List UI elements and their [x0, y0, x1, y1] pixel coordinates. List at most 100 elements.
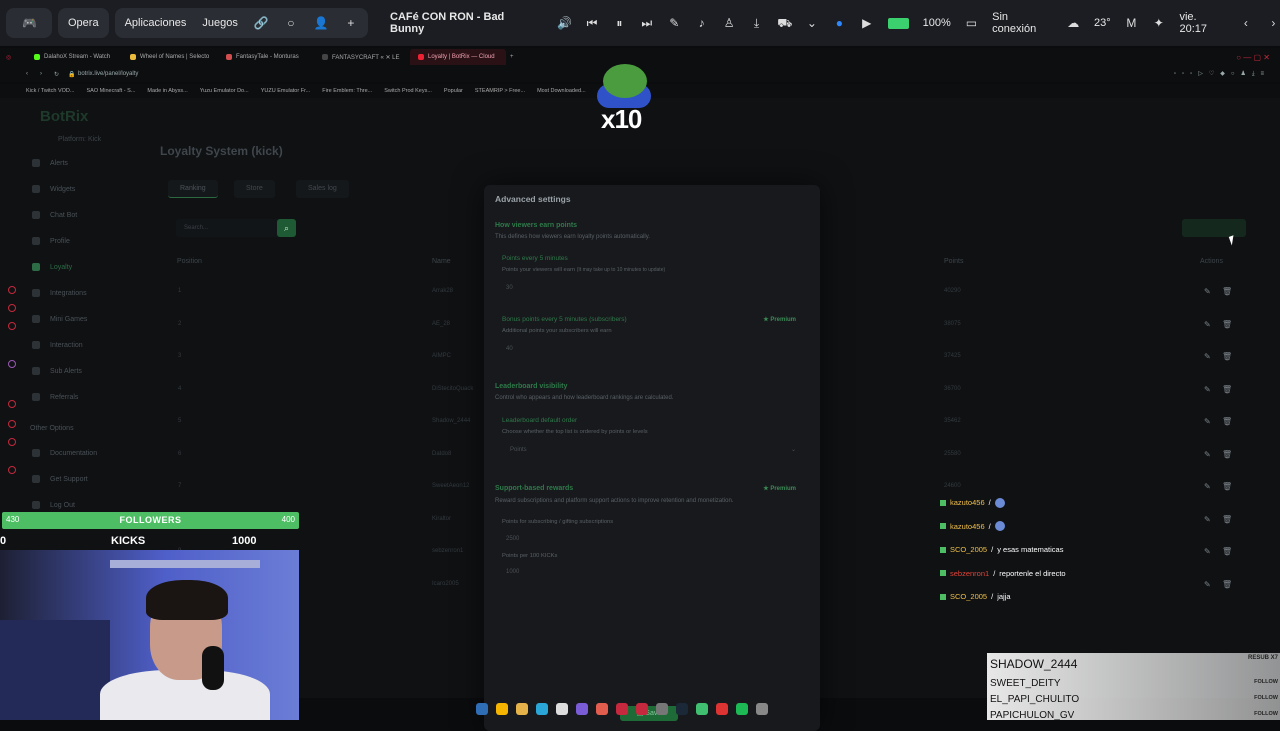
edit-icon[interactable]: ✎	[1204, 450, 1211, 459]
bookmark-item[interactable]: YUZU Emulator Fr...	[261, 88, 311, 94]
window-controls[interactable]: ○ — ▢ ✕	[1236, 53, 1270, 62]
sidebar-item-documentation[interactable]: Documentation	[22, 445, 150, 461]
app-icon[interactable]	[556, 703, 568, 715]
back-icon[interactable]: ‹	[26, 71, 40, 77]
cart-icon[interactable]: ⛟	[777, 16, 792, 30]
bookmark-item[interactable]: STEAMRIP > Free...	[475, 88, 525, 94]
monitor-icon[interactable]: ▭	[965, 16, 978, 30]
sidebar-app-icon[interactable]	[8, 304, 16, 312]
gamepad-button[interactable]: 🎮	[6, 8, 52, 38]
person-icon[interactable]: ♙	[722, 16, 735, 30]
sidebar-item-integrations[interactable]: Integrations	[22, 285, 150, 301]
sidebar-app-icon[interactable]	[8, 438, 16, 446]
bookmark-item[interactable]: Made in Abyss...	[147, 88, 187, 94]
chevron-down-icon[interactable]: ⌄	[805, 16, 818, 30]
plus-icon[interactable]: +	[344, 16, 358, 30]
messenger-icon[interactable]: ●	[833, 16, 846, 30]
download-icon[interactable]: ⤓	[750, 16, 763, 30]
bookmark-item[interactable]: Kick / Twitch VOD...	[26, 88, 75, 94]
opera-icon[interactable]	[616, 703, 628, 715]
order-select[interactable]: Points ⌄	[502, 444, 802, 458]
delete-icon[interactable]: 🗑	[1222, 482, 1232, 491]
delete-icon[interactable]: 🗑	[1222, 547, 1232, 556]
toolbar-extension-icons[interactable]: ▫▫▫▷♡◆○♟⤓≡	[1174, 70, 1270, 78]
tab-store[interactable]: Store	[234, 180, 275, 198]
browser-tab[interactable]: FantasyTale - Monturas	[218, 49, 314, 65]
settings-icon[interactable]	[656, 703, 668, 715]
sidebar-item-log-out[interactable]: Log Out	[22, 497, 150, 513]
bookmark-item[interactable]: SAO Minecraft - S...	[87, 88, 136, 94]
sidebar-item-profile[interactable]: Profile	[22, 233, 150, 249]
apps-button[interactable]: Aplicaciones	[125, 17, 187, 29]
bonus-points-input[interactable]: 40	[506, 346, 513, 352]
browser-tab[interactable]: Wheel of Names | Selecto	[122, 49, 218, 65]
sidebar-app-icon[interactable]	[8, 466, 16, 474]
opera-gx-icon[interactable]	[636, 703, 648, 715]
brand-logo[interactable]: BotRix	[40, 108, 88, 125]
opera-button[interactable]: Opera	[58, 8, 109, 38]
sidebar-item-get-support[interactable]: Get Support	[22, 471, 150, 487]
bookmark-item[interactable]: Switch Prod Keys...	[384, 88, 432, 94]
tab-ranking[interactable]: Ranking	[168, 180, 218, 198]
next-track-icon[interactable]: ⏭	[640, 16, 653, 30]
kicks-points-input[interactable]: 1000	[506, 569, 519, 575]
sidebar-item-alerts[interactable]: Alerts	[22, 155, 150, 171]
edit-icon[interactable]: ✎	[1204, 287, 1211, 296]
sidebar-app-icon[interactable]	[8, 322, 16, 330]
subs-points-input[interactable]: 2500	[506, 536, 519, 542]
sidebar-item-sub-alerts[interactable]: Sub Alerts	[22, 363, 150, 379]
app-icon[interactable]	[716, 703, 728, 715]
games-button[interactable]: Juegos	[202, 17, 237, 29]
back-arrow-icon[interactable]: ‹	[1239, 16, 1252, 30]
previous-track-icon[interactable]: ⏮	[585, 16, 598, 30]
spotify-icon[interactable]	[736, 703, 748, 715]
bookmark-item[interactable]: Yuzu Emulator Do...	[200, 88, 249, 94]
bookmark-item[interactable]: Most Downloaded...	[537, 88, 586, 94]
youtube-icon[interactable]: ▶	[860, 16, 873, 30]
delete-icon[interactable]: 🗑	[1222, 580, 1232, 589]
delete-icon[interactable]: 🗑	[1222, 320, 1232, 329]
app-icon[interactable]	[696, 703, 708, 715]
points-5min-input[interactable]: 30	[506, 285, 513, 291]
circle-icon[interactable]: ○	[284, 16, 298, 30]
chrome-icon[interactable]	[496, 703, 508, 715]
bookmark-item[interactable]: Popular	[444, 88, 463, 94]
browser-tab[interactable]: DalahoX Stream - Watch	[26, 49, 122, 65]
app-icon[interactable]	[596, 703, 608, 715]
forward-icon[interactable]: ›	[40, 71, 54, 77]
sidebar-app-icon[interactable]	[8, 286, 16, 294]
delete-icon[interactable]: 🗑	[1222, 352, 1232, 361]
volume-icon[interactable]: 🔊	[557, 16, 572, 30]
sidebar-item-mini-games[interactable]: Mini Games	[22, 311, 150, 327]
edit-icon[interactable]: ✎	[1204, 417, 1211, 426]
sidebar-app-icon[interactable]	[8, 400, 16, 408]
delete-icon[interactable]: 🗑	[1222, 385, 1232, 394]
steam-icon[interactable]	[676, 703, 688, 715]
folder-icon[interactable]	[516, 703, 528, 715]
opera-menu-icon[interactable]: ◎	[0, 54, 26, 61]
edit-icon[interactable]: ✎	[1204, 352, 1211, 361]
edit-icon[interactable]: ✎	[1204, 580, 1211, 589]
edit-icon[interactable]: ✎	[668, 16, 681, 30]
edit-icon[interactable]: ✎	[1204, 482, 1211, 491]
sidebar-item-loyalty[interactable]: Loyalty	[22, 259, 150, 275]
edit-icon[interactable]: ✎	[1204, 385, 1211, 394]
tab-sales-log[interactable]: Sales log	[296, 180, 349, 198]
sparkle-icon[interactable]: ✦	[1152, 16, 1165, 30]
m-icon[interactable]: M	[1125, 16, 1138, 30]
search-button[interactable]: ⌕	[277, 219, 296, 237]
edge-icon[interactable]	[536, 703, 548, 715]
user-icon[interactable]: 👤	[314, 16, 329, 30]
new-tab-icon[interactable]: +	[510, 54, 514, 60]
windows-start-icon[interactable]	[476, 703, 488, 715]
edit-icon[interactable]: ✎	[1204, 547, 1211, 556]
delete-icon[interactable]: 🗑	[1222, 450, 1232, 459]
sidebar-app-icon[interactable]	[8, 360, 16, 368]
delete-icon[interactable]: 🗑	[1222, 287, 1232, 296]
sidebar-item-interaction[interactable]: Interaction	[22, 337, 150, 353]
delete-icon[interactable]: 🗑	[1222, 515, 1232, 524]
delete-icon[interactable]: 🗑	[1222, 417, 1232, 426]
network-status[interactable]: Sin conexión	[992, 11, 1052, 35]
app-icon[interactable]	[576, 703, 588, 715]
sidebar-item-referrals[interactable]: Referrals	[22, 389, 150, 405]
